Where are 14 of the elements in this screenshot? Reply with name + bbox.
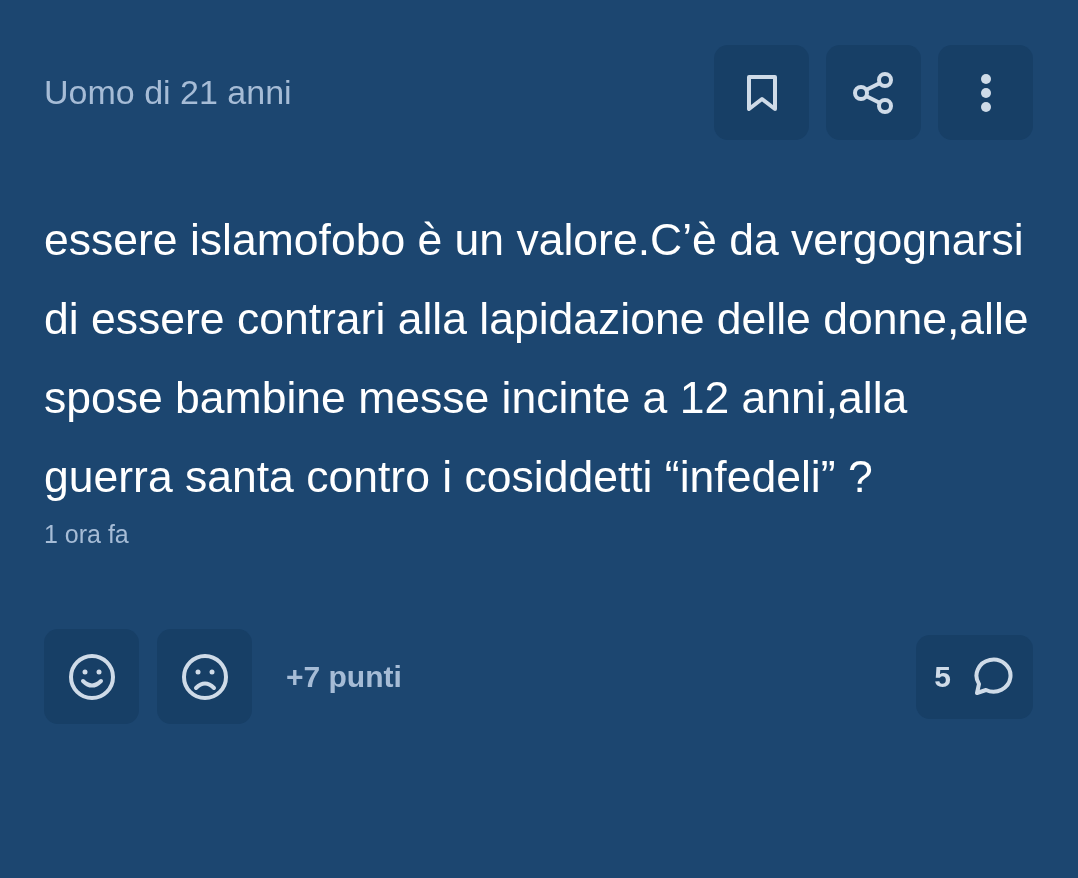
like-button[interactable]	[44, 629, 139, 724]
post-time: 1 ora fa	[44, 520, 130, 549]
post-text: essere islamofobo è un valore.C’è da vergognarsi di essere contrari alla lapidazione delle donne,alle spose bambine messe incinte a 12 anni,alla guerra santa contro i cosiddetti “infedeli” ?	[44, 214, 1030, 503]
points-label: +7 punti	[286, 659, 403, 694]
bookmark-icon	[744, 72, 779, 113]
share-button[interactable]	[826, 45, 921, 140]
dislike-button[interactable]	[157, 629, 252, 724]
more-button[interactable]	[938, 45, 1033, 140]
more-icon	[979, 72, 992, 113]
author-label: Uomo di 21 anni	[44, 73, 292, 112]
smiley-icon	[67, 652, 116, 701]
frown-icon	[180, 652, 229, 701]
comments-button[interactable]: 5	[916, 634, 1033, 719]
bookmark-button[interactable]	[714, 45, 809, 140]
